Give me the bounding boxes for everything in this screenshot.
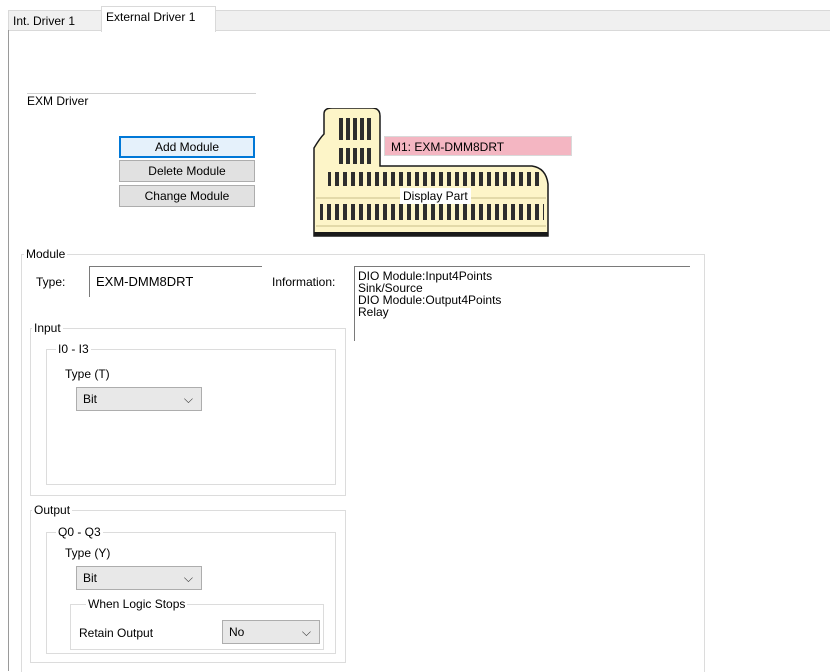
tab-external-driver-1[interactable]: External Driver 1 — [101, 6, 216, 32]
change-module-button[interactable]: Change Module — [119, 185, 255, 207]
information-box[interactable]: DIO Module:Input4Points Sink/Source DIO … — [354, 266, 690, 341]
chevron-down-icon: ⌵ — [183, 571, 193, 585]
input-range-label: I0 - I3 — [56, 342, 91, 356]
output-type-value: Bit — [83, 571, 98, 585]
output-type-label: Type (Y) — [65, 546, 111, 560]
tab-strip-background — [215, 10, 830, 31]
info-line: DIO Module:Output4Points — [358, 293, 502, 307]
output-group-label: Output — [32, 503, 73, 517]
output-type-select[interactable]: Bit ⌵ — [76, 566, 202, 590]
chevron-down-icon: ⌵ — [301, 625, 311, 639]
module-group-label: Module — [24, 247, 68, 261]
retain-output-label: Retain Output — [79, 626, 154, 640]
driver-divider — [27, 93, 256, 94]
module-type-field[interactable]: EXM-DMM8DRT — [89, 266, 262, 297]
retain-output-select[interactable]: No ⌵ — [222, 620, 320, 644]
input-type-select[interactable]: Bit ⌵ — [76, 387, 202, 411]
display-part-label: Display Part — [400, 188, 471, 204]
input-type-value: Bit — [83, 392, 98, 406]
panel-left-border — [8, 30, 9, 671]
retain-output-value: No — [229, 625, 245, 639]
driver-title: EXM Driver — [27, 94, 89, 108]
tab-int-driver-1[interactable]: Int. Driver 1 — [8, 10, 102, 31]
info-line: Relay — [358, 305, 389, 319]
module-display-label: M1: EXM-DMM8DRT — [391, 140, 505, 154]
type-label: Type: — [36, 275, 66, 289]
logic-stops-label: When Logic Stops — [86, 597, 188, 611]
delete-module-button[interactable]: Delete Module — [119, 160, 255, 182]
input-group-label: Input — [32, 321, 63, 335]
module-display-graphic[interactable] — [310, 108, 558, 242]
module-label-highlight[interactable]: M1: EXM-DMM8DRT — [384, 136, 572, 156]
add-module-button[interactable]: Add Module — [119, 136, 255, 158]
information-label: Information: — [272, 275, 336, 289]
input-type-label: Type (T) — [65, 367, 110, 381]
chevron-down-icon: ⌵ — [183, 392, 193, 406]
output-range-label: Q0 - Q3 — [56, 525, 103, 539]
